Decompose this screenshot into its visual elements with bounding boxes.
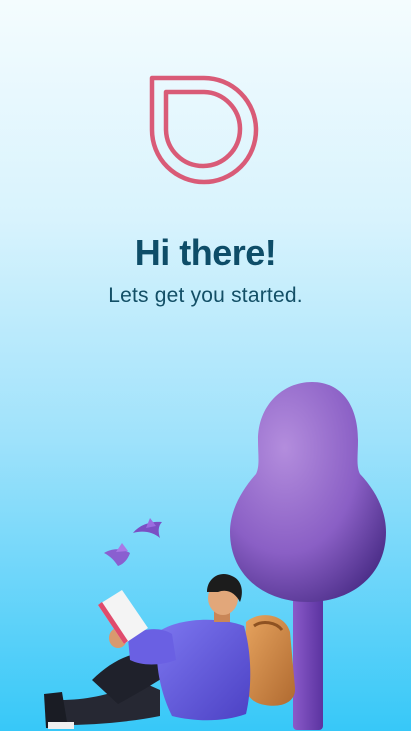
bird-icon xyxy=(133,518,162,538)
bird-icon xyxy=(104,543,130,566)
welcome-title: Hi there! xyxy=(134,232,277,273)
app-logo xyxy=(149,75,259,185)
reading-person-illustration xyxy=(44,382,386,730)
welcome-subtitle: Lets get you started. xyxy=(108,284,303,307)
